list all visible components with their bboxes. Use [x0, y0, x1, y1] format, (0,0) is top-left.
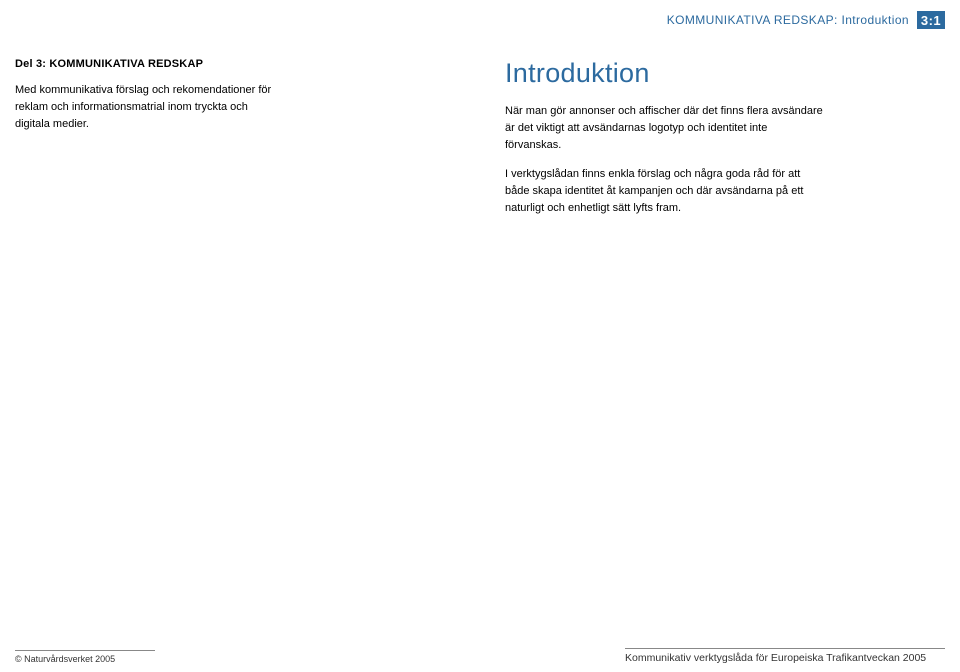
footer-doc-title: Kommunikativ verktygslåda för Europeiska… — [625, 648, 945, 664]
page-header: KOMMUNIKATIVA REDSKAP: Introduktion 3:1 — [667, 11, 945, 29]
page-number-badge: 3:1 — [917, 11, 945, 29]
right-column: Introduktion När man gör annonser och af… — [505, 58, 825, 229]
page-footer: © Naturvårdsverket 2005 Kommunikativ ver… — [15, 648, 945, 664]
left-column: Del 3: KOMMUNIKATIVA REDSKAP Med kommuni… — [15, 58, 305, 229]
footer-copyright: © Naturvårdsverket 2005 — [15, 650, 155, 664]
page-title: Introduktion — [505, 58, 825, 89]
paragraph-1: När man gör annonser och affischer där d… — [505, 103, 825, 154]
intro-paragraph: Med kommunikativa förslag och rekomenda­… — [15, 82, 281, 133]
header-title: KOMMUNIKATIVA REDSKAP: Introduktion — [667, 13, 909, 27]
paragraph-2: I verktygslådan finns enkla förslag och … — [505, 166, 825, 217]
section-label: Del 3: KOMMUNIKATIVA REDSKAP — [15, 58, 281, 70]
content-area: Del 3: KOMMUNIKATIVA REDSKAP Med kommuni… — [15, 58, 945, 229]
